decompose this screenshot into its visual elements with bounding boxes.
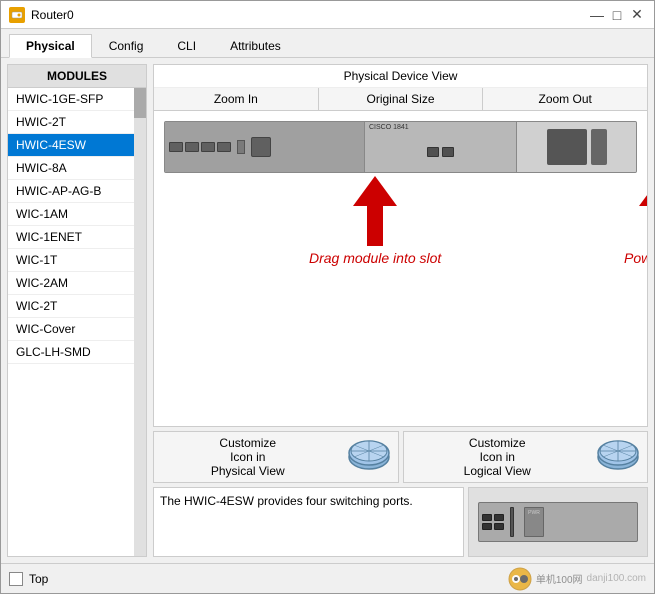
router-port-1 — [169, 142, 183, 152]
module-wic-1am[interactable]: WIC-1AM — [8, 203, 134, 226]
mini-port-group-2 — [494, 514, 504, 530]
mini-port-group — [482, 514, 492, 530]
drag-annotation-text: Drag module into slot — [309, 250, 441, 266]
module-wic-1enet[interactable]: WIC-1ENET — [8, 226, 134, 249]
logical-router-icon — [593, 437, 643, 477]
module-wic-2am[interactable]: WIC-2AM — [8, 272, 134, 295]
title-controls: — □ ✕ — [588, 6, 646, 24]
top-label: Top — [29, 572, 48, 586]
router-port-2 — [185, 142, 199, 152]
maximize-button[interactable]: □ — [608, 6, 626, 24]
info-row: The HWIC-4ESW provides four switching po… — [153, 487, 648, 557]
router-middle-ports — [427, 147, 454, 157]
info-image-box: PWR — [468, 487, 648, 557]
zoom-controls: Zoom In Original Size Zoom Out — [154, 88, 647, 111]
modules-panel: MODULES HWIC-1GE-SFP HWIC-2T HWIC-4ESW H… — [7, 64, 147, 557]
power-arrow-head — [639, 176, 647, 206]
physical-router-icon — [344, 437, 394, 477]
modules-list-container: HWIC-1GE-SFP HWIC-2T HWIC-4ESW HWIC-8A H… — [8, 88, 146, 556]
mini-port-labels: PWR — [525, 510, 543, 516]
minimize-button[interactable]: — — [588, 6, 606, 24]
physical-device-view: Physical Device View Zoom In Original Si… — [153, 64, 648, 427]
module-hwic-1ge-sfp[interactable]: HWIC-1GE-SFP — [8, 88, 134, 111]
device-view-title: Physical Device View — [154, 65, 647, 88]
mini-port-c — [494, 514, 504, 521]
bottom-bar: Top 单机100网 danji100.com — [1, 563, 654, 593]
power-annotation: Power is off — [624, 176, 647, 266]
tab-config[interactable]: Config — [92, 34, 161, 58]
router-slot-indicator — [237, 140, 245, 154]
title-bar-left: Router0 — [9, 7, 74, 23]
original-size-button[interactable]: Original Size — [319, 88, 484, 110]
power-annotation-text: Power is off — [624, 250, 647, 266]
mid-port-2 — [442, 147, 454, 157]
watermark-text: 单机100网 — [536, 571, 583, 586]
mini-router-end: PWR — [524, 507, 544, 537]
drag-arrow-head — [353, 176, 397, 206]
mini-router-image: PWR — [478, 502, 638, 542]
router-right-module — [591, 129, 607, 165]
drag-annotation: Drag module into slot — [309, 176, 441, 266]
customize-row: CustomizeIcon inPhysical View Custo — [153, 431, 648, 483]
module-wic-cover[interactable]: WIC-Cover — [8, 318, 134, 341]
close-button[interactable]: ✕ — [628, 6, 646, 24]
router-icon-svg — [11, 9, 23, 21]
zoom-in-button[interactable]: Zoom In — [154, 88, 319, 110]
watermark-site: danji100.com — [587, 573, 646, 584]
modules-list: HWIC-1GE-SFP HWIC-2T HWIC-4ESW HWIC-8A H… — [8, 88, 134, 556]
router-device-image: CISCO 1841 — [164, 121, 637, 173]
router-module-slot — [251, 137, 271, 157]
router-icon — [9, 7, 25, 23]
info-text-box: The HWIC-4ESW provides four switching po… — [153, 487, 464, 557]
module-hwic-ap-ag-b[interactable]: HWIC-AP-AG-B — [8, 180, 134, 203]
drag-arrow — [353, 176, 397, 246]
customize-logical-block[interactable]: CustomizeIcon inLogical View — [403, 431, 649, 483]
watermark: 单机100网 danji100.com — [508, 567, 646, 591]
zoom-out-button[interactable]: Zoom Out — [483, 88, 647, 110]
mini-router-ports: PWR — [482, 507, 544, 537]
title-bar: Router0 — □ ✕ — [1, 1, 654, 29]
tab-attributes[interactable]: Attributes — [213, 34, 298, 58]
right-panel: Physical Device View Zoom In Original Si… — [153, 64, 648, 557]
mid-port-1 — [427, 147, 439, 157]
router-model-label: CISCO 1841 — [369, 124, 409, 131]
router-middle-section: CISCO 1841 — [365, 122, 516, 172]
drag-arrow-shaft — [367, 206, 383, 246]
router-port-4 — [217, 142, 231, 152]
device-canvas: CISCO 1841 — [154, 111, 647, 426]
tab-bar: Physical Config CLI Attributes — [1, 29, 654, 58]
modules-header: MODULES — [8, 65, 146, 88]
module-hwic-8a[interactable]: HWIC-8A — [8, 157, 134, 180]
module-hwic-2t[interactable]: HWIC-2T — [8, 111, 134, 134]
modules-scrollbar[interactable] — [134, 88, 146, 556]
watermark-icon — [508, 567, 532, 591]
module-wic-1t[interactable]: WIC-1T — [8, 249, 134, 272]
tab-physical[interactable]: Physical — [9, 34, 92, 58]
mini-port-a — [482, 514, 492, 521]
mini-port-d — [494, 523, 504, 530]
customize-physical-label: CustomizeIcon inPhysical View — [158, 436, 338, 478]
router-left-section — [165, 122, 365, 172]
window-title: Router0 — [31, 8, 74, 22]
info-description: The HWIC-4ESW provides four switching po… — [160, 494, 413, 508]
scrollbar-thumb — [134, 88, 146, 118]
power-block — [547, 129, 587, 165]
module-hwic-4esw[interactable]: HWIC-4ESW — [8, 134, 134, 157]
power-arrow — [639, 176, 647, 246]
customize-logical-label: CustomizeIcon inLogical View — [408, 436, 588, 478]
customize-physical-block[interactable]: CustomizeIcon inPhysical View — [153, 431, 399, 483]
main-window: Router0 — □ ✕ Physical Config CLI Attrib… — [0, 0, 655, 594]
mini-port-b — [482, 523, 492, 530]
mini-slot-indicator — [510, 507, 514, 537]
router-right-section — [516, 122, 636, 172]
content-area: MODULES HWIC-1GE-SFP HWIC-2T HWIC-4ESW H… — [1, 58, 654, 563]
module-wic-2t[interactable]: WIC-2T — [8, 295, 134, 318]
top-checkbox[interactable] — [9, 572, 23, 586]
module-glc-lh-smd[interactable]: GLC-LH-SMD — [8, 341, 134, 364]
bottom-section: CustomizeIcon inPhysical View Custo — [153, 431, 648, 557]
tab-cli[interactable]: CLI — [160, 34, 213, 58]
router-port-3 — [201, 142, 215, 152]
